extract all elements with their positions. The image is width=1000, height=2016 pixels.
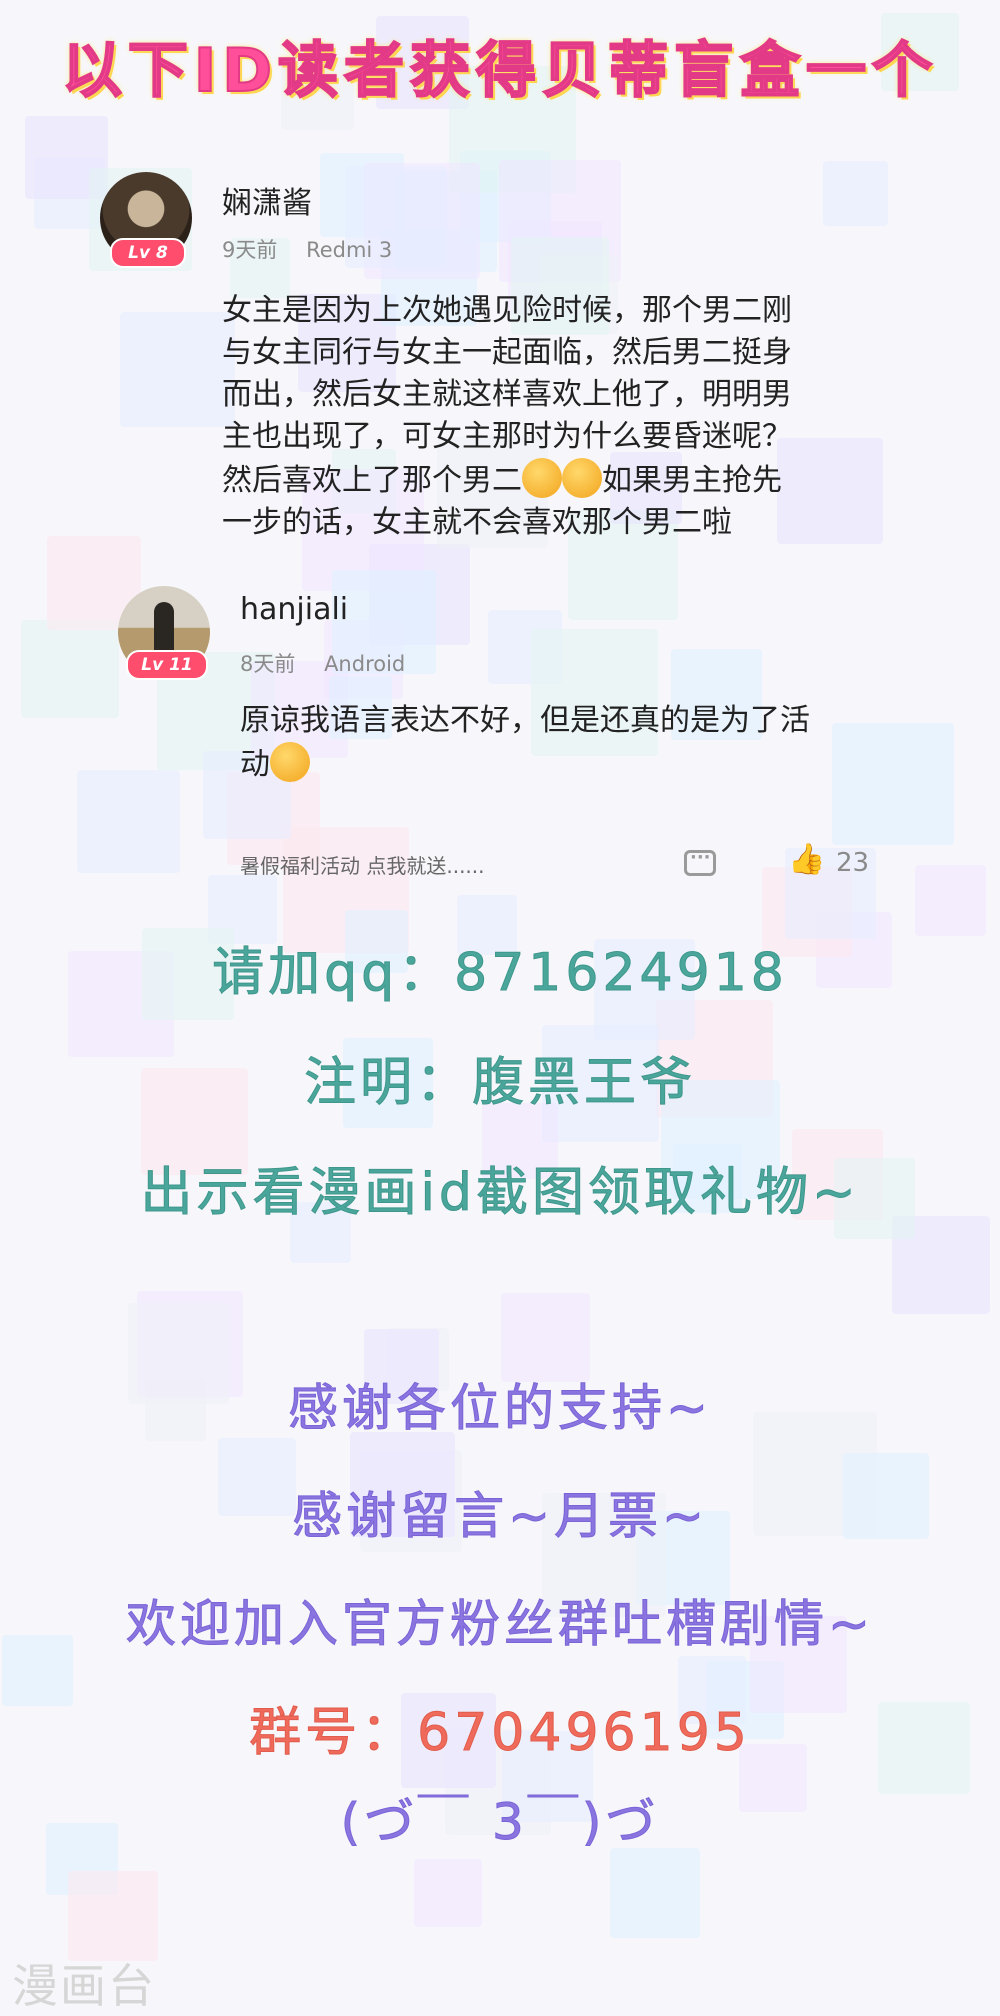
reply-body: 原谅我语言表达不好，但是还真的是为了活 动 (240, 700, 920, 786)
reply-line: 原谅我语言表达不好，但是还真的是为了活 (240, 703, 810, 738)
reply-meta: 8天前 Android (240, 648, 405, 678)
comment-line: 主也出现了，可女主那时为什么要昏迷呢？ (222, 419, 792, 454)
comment-text: 然后喜欢上了那个男二 (222, 463, 522, 498)
qq-contact-text: 请加qq：871624918 (212, 943, 788, 1004)
background-cube (68, 1871, 158, 1961)
comment-line: 女主是因为上次她遇见险时候，那个男二刚 (222, 293, 792, 328)
note-text: 注明：腹黑王爷 (303, 1053, 696, 1114)
reply-username[interactable]: hanjiali (240, 592, 348, 627)
comment-device: Redmi 3 (306, 238, 393, 262)
background-cube (120, 312, 235, 427)
banner-title: 以下ID读者获得贝蒂盲盒一个 (61, 35, 939, 107)
frown-emoji-icon (522, 458, 562, 498)
thumbs-up-icon[interactable]: 👍 (788, 842, 825, 877)
comment-line: 一步的话，女主就不会喜欢那个男二啦 (222, 505, 732, 540)
reply-time: 8天前 (240, 652, 296, 676)
watermark-logo: 漫画台 (12, 1959, 156, 2013)
reply-device: Android (324, 652, 406, 676)
gift-instruction-text: 出示看漫画id截图领取礼物~ (140, 1163, 860, 1224)
chat-icon[interactable] (684, 847, 716, 876)
comment-line-with-emoji: 然后喜欢上了那个男二 如果男主抢先 (222, 458, 922, 502)
kaomoji-text: (づ￣ 3￣)づ (340, 1793, 660, 1852)
background-cube (21, 620, 119, 718)
fan-group-invite-text: 欢迎加入官方粉丝群吐槽剧情~ (126, 1595, 874, 1654)
background-cube (414, 1859, 482, 1927)
background-cube (610, 1848, 700, 1938)
reply-text: 动 (240, 747, 270, 782)
comment-time: 9天前 (222, 238, 278, 262)
level-badge: Lv 11 (126, 650, 208, 680)
sweat-emoji-icon (270, 742, 310, 782)
level-badge: Lv 8 (110, 238, 186, 268)
reply-line-with-emoji: 动 (240, 742, 920, 786)
thanks-support-text: 感谢各位的支持~ (288, 1379, 712, 1438)
comment-meta: 9天前 Redmi 3 (222, 234, 392, 264)
background-cube (823, 161, 888, 226)
comment-text: 如果男主抢先 (602, 463, 782, 498)
comment-body: 女主是因为上次她遇见险时候，那个男二刚 与女主同行与女主一起面临，然后男二挺身 … (222, 290, 922, 544)
frown-emoji-icon (562, 458, 602, 498)
topic-link[interactable]: 暑假福利活动 点我就送...... (240, 850, 485, 879)
thanks-votes-text: 感谢留言~月票~ (292, 1487, 708, 1546)
like-count: 23 (836, 848, 870, 878)
comment-username[interactable]: 娴潇酱 (222, 178, 312, 222)
background-cube (77, 770, 180, 873)
comment-line: 而出，然后女主就这样喜欢上他了，明明男 (222, 377, 792, 412)
group-number-text: 群号：670496195 (249, 1703, 751, 1764)
background-cube (915, 865, 986, 936)
comment-line: 与女主同行与女主一起面临，然后男二挺身 (222, 335, 792, 370)
